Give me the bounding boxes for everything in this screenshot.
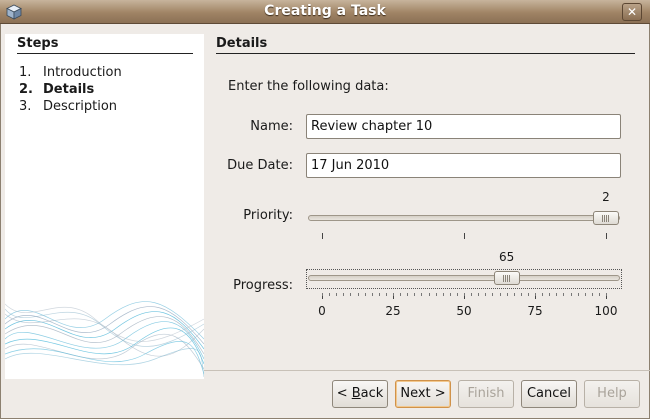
minor-tick <box>499 293 501 296</box>
minor-tick <box>393 293 394 296</box>
minor-tick <box>378 293 380 296</box>
decorative-waves-image <box>5 301 204 378</box>
progress-slider[interactable]: 65 0 25 50 75 100 <box>306 250 622 320</box>
intro-text: Enter the following data: <box>228 79 389 94</box>
minor-tick <box>485 293 487 296</box>
back-button[interactable]: < Back <box>332 380 388 408</box>
help-button[interactable]: Help <box>584 380 640 408</box>
minor-tick <box>513 293 515 296</box>
minor-tick <box>329 293 331 296</box>
details-heading: Details <box>216 36 268 51</box>
priority-value-label: 2 <box>602 190 610 204</box>
minor-tick <box>577 293 579 296</box>
minor-tick <box>428 293 430 296</box>
grip-icon <box>502 275 511 282</box>
progress-thumb[interactable] <box>493 271 520 285</box>
tick-label: 0 <box>318 304 326 318</box>
step-label: Description <box>43 99 118 114</box>
grip-icon <box>602 215 610 222</box>
steps-heading: Steps <box>17 36 59 51</box>
steps-panel: Steps 1. Introduction 2. Details 3. Desc… <box>5 34 204 379</box>
minor-tick <box>385 293 387 296</box>
details-divider <box>216 53 635 54</box>
tick-label: 75 <box>527 304 543 318</box>
minor-tick <box>421 293 423 296</box>
priority-label: Priority: <box>243 208 293 223</box>
priority-track[interactable] <box>308 215 620 221</box>
steps-divider <box>17 53 193 54</box>
finish-button[interactable]: Finish <box>458 380 514 408</box>
button-bar-separator <box>204 370 650 371</box>
minor-tick <box>414 293 416 296</box>
minor-tick <box>336 293 338 296</box>
minor-tick <box>407 293 409 296</box>
minor-tick <box>549 293 551 296</box>
step-number: 2. <box>19 82 33 97</box>
minor-tick <box>535 293 536 296</box>
step-number: 1. <box>19 65 32 80</box>
close-icon: ✕ <box>626 5 638 19</box>
cancel-button[interactable]: Cancel <box>521 380 577 408</box>
minor-tick <box>492 293 494 296</box>
major-tick <box>464 233 465 239</box>
minor-tick <box>542 293 544 296</box>
progress-track[interactable] <box>308 275 620 281</box>
minor-tick <box>371 293 373 296</box>
name-input[interactable] <box>306 114 621 139</box>
next-button[interactable]: Next > <box>395 380 451 408</box>
minor-tick <box>591 293 593 296</box>
due-date-label: Due Date: <box>227 158 293 173</box>
wizard-window: Steps 1. Introduction 2. Details 3. Desc… <box>0 24 650 419</box>
step-number: 3. <box>19 99 32 114</box>
window-title: Creating a Task <box>264 3 386 19</box>
minor-tick <box>598 293 600 296</box>
minor-tick <box>584 293 586 296</box>
priority-slider[interactable]: 2 <box>306 190 622 240</box>
minor-tick <box>357 293 359 296</box>
minor-tick <box>435 293 437 296</box>
step-label: Introduction <box>43 65 122 80</box>
minor-tick <box>527 293 529 296</box>
minor-tick <box>478 293 480 296</box>
progress-value-label: 65 <box>498 250 515 264</box>
minor-tick <box>456 293 458 296</box>
minor-tick <box>520 293 522 296</box>
minor-tick <box>400 293 402 296</box>
minor-tick <box>471 293 473 296</box>
minor-tick <box>464 293 465 296</box>
minor-tick <box>506 293 508 296</box>
minor-tick <box>449 293 451 296</box>
tick-label: 25 <box>385 304 401 318</box>
minor-tick <box>570 293 572 296</box>
minor-tick <box>442 293 444 296</box>
progress-label: Progress: <box>233 278 293 293</box>
minor-tick <box>606 293 607 296</box>
minor-tick <box>364 293 366 296</box>
due-date-input[interactable] <box>306 153 621 178</box>
minor-tick <box>563 293 565 296</box>
minor-tick <box>350 293 352 296</box>
name-label: Name: <box>250 119 293 134</box>
major-tick <box>606 233 607 239</box>
major-tick <box>322 233 323 239</box>
tick-label: 50 <box>456 304 472 318</box>
title-bar[interactable]: Creating a Task ✕ <box>0 0 650 24</box>
tick-label: 100 <box>594 304 618 318</box>
minor-tick <box>322 293 323 296</box>
priority-thumb[interactable] <box>593 211 619 225</box>
close-button[interactable]: ✕ <box>622 3 642 21</box>
step-label: Details <box>43 82 95 97</box>
minor-tick <box>343 293 345 296</box>
minor-tick <box>556 293 558 296</box>
